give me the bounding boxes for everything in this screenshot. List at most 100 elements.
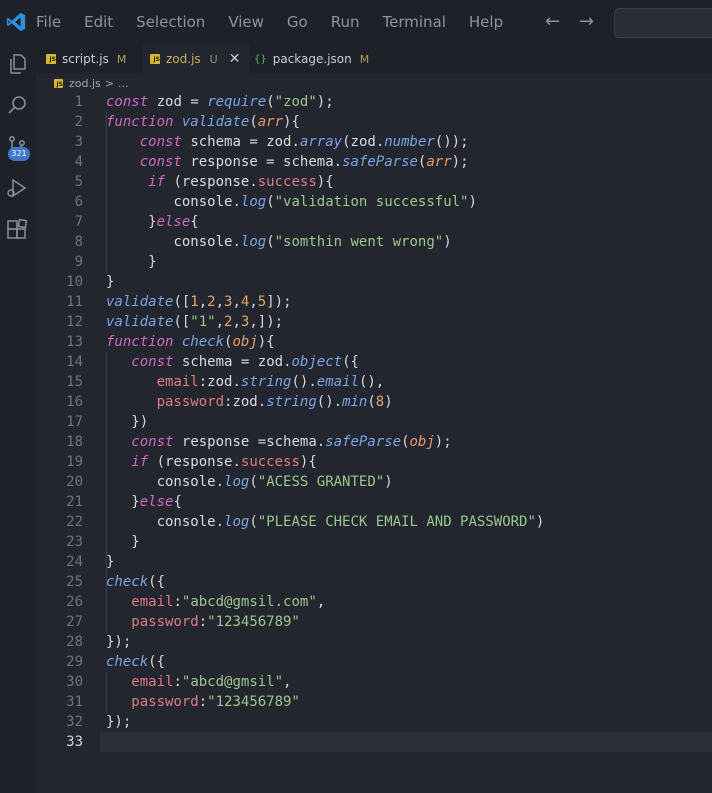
code-text[interactable]: const response = schema.safeParse(arr); [106, 152, 469, 172]
code-text[interactable]: password:zod.string().min(8) [106, 392, 393, 412]
command-center-search[interactable] [614, 8, 712, 38]
code-line[interactable]: 16 password:zod.string().min(8) [36, 392, 712, 412]
code-text[interactable]: function check(obj){ [106, 332, 275, 352]
code-text[interactable]: function validate(arr){ [106, 112, 300, 132]
menu-run[interactable]: Run [331, 13, 360, 31]
line-number: 8 [74, 234, 83, 250]
extensions-icon[interactable] [5, 218, 29, 242]
code-line[interactable]: 5 if (response.success){ [36, 172, 712, 192]
code-text[interactable]: email:"abcd@gmsil.com", [106, 592, 325, 612]
menu-file[interactable]: File [36, 13, 61, 31]
code-line[interactable]: 13 function check(obj){ [36, 332, 712, 352]
line-number: 30 [66, 674, 83, 690]
code-line[interactable]: 29 check({ [36, 652, 712, 672]
code-text[interactable]: const response =schema.safeParse(obj); [106, 432, 451, 452]
search-icon[interactable] [5, 93, 29, 117]
code-text[interactable]: }) [106, 412, 148, 432]
code-text[interactable]: if (response.success){ [106, 172, 333, 192]
menu-selection[interactable]: Selection [136, 13, 205, 31]
close-tab-icon[interactable]: ✕ [229, 51, 241, 67]
code-line[interactable]: 24} [36, 552, 712, 572]
explorer-icon[interactable] [5, 52, 29, 76]
code-text[interactable]: } [106, 552, 114, 572]
code-line[interactable]: 19 if (response.success){ [36, 452, 712, 472]
code-text[interactable]: password:"123456789" [106, 612, 300, 632]
code-line[interactable]: 2 function validate(arr){ [36, 112, 712, 132]
code-text[interactable]: email:zod.string().email(), [106, 372, 385, 392]
code-text[interactable]: const schema = zod.object({ [106, 352, 359, 372]
code-line[interactable]: 12 validate(["1",2,3,]); [36, 312, 712, 332]
back-arrow-icon[interactable]: ← [545, 11, 560, 32]
code-line[interactable]: 27 password:"123456789" [36, 612, 712, 632]
code-text[interactable]: const schema = zod.array(zod.number()); [106, 132, 469, 152]
code-text[interactable]: if (response.success){ [106, 452, 316, 472]
tab-package-json[interactable]: {} package.json M [250, 44, 374, 74]
code-text[interactable]: password:"123456789" [106, 692, 300, 712]
code-line[interactable]: 20 console.log("ACESS GRANTED") [36, 472, 712, 492]
tab-script-js[interactable]: JS script.js M [36, 44, 142, 74]
code-line[interactable]: 28}); [36, 632, 712, 652]
code-line[interactable]: 33 [36, 732, 712, 752]
code-line[interactable]: 22 console.log("PLEASE CHECK EMAIL AND P… [36, 512, 712, 532]
modified-badge: M [359, 52, 370, 66]
code-token: . [283, 354, 292, 370]
code-text[interactable]: }else{ [106, 492, 182, 512]
code-text[interactable]: console.log("ACESS GRANTED") [106, 472, 393, 492]
code-line[interactable]: 9 } [36, 252, 712, 272]
menu-go[interactable]: Go [287, 13, 308, 31]
code-token: function [106, 114, 174, 130]
code-text[interactable]: }); [106, 712, 131, 732]
code-line[interactable]: 10} [36, 272, 712, 292]
code-text[interactable]: check({ [106, 572, 165, 592]
code-token: ){ [257, 334, 275, 350]
code-text[interactable]: }); [106, 632, 131, 652]
line-number: 27 [66, 614, 83, 630]
code-text[interactable]: } [106, 272, 114, 292]
menu-help[interactable]: Help [469, 13, 503, 31]
code-token: (). [316, 394, 343, 410]
menu-terminal[interactable]: Terminal [383, 13, 446, 31]
code-editor[interactable]: 1 const zod = require("zod"); 2 function va… [36, 92, 712, 793]
breadcrumb-symbol[interactable]: ... [118, 77, 129, 90]
menu-edit[interactable]: Edit [84, 13, 113, 31]
line-number: 7 [74, 214, 83, 230]
code-text[interactable]: console.log("somthin went wrong") [106, 232, 451, 252]
code-text[interactable]: console.log("PLEASE CHECK EMAIL AND PASS… [106, 512, 545, 532]
code-line[interactable]: 23 } [36, 532, 712, 552]
menu-view[interactable]: View [228, 13, 264, 31]
code-line[interactable]: 26 email:"abcd@gmsil.com", [36, 592, 712, 612]
code-token: "123456789" [207, 614, 300, 630]
code-line[interactable]: 15 email:zod.string().email(), [36, 372, 712, 392]
code-text[interactable]: validate([1,2,3,4,5]); [106, 292, 292, 312]
code-text[interactable]: }else{ [106, 212, 199, 232]
code-line[interactable]: 30 email:"abcd@gmsil", [36, 672, 712, 692]
code-line[interactable]: 25 check({ [36, 572, 712, 592]
code-text[interactable]: validate(["1",2,3,]); [106, 312, 283, 332]
code-text[interactable]: email:"abcd@gmsil", [106, 672, 291, 692]
code-line[interactable]: 3 const schema = zod.array(zod.number())… [36, 132, 712, 152]
code-line[interactable]: 31 password:"123456789" [36, 692, 712, 712]
code-line[interactable]: 21 }else{ [36, 492, 712, 512]
code-line[interactable]: 17 }) [36, 412, 712, 432]
code-text[interactable]: console.log("validation successful") [106, 192, 477, 212]
code-line[interactable]: 1 const zod = require("zod"); [36, 92, 712, 112]
line-number: 26 [66, 594, 83, 610]
code-line[interactable]: 18 const response =schema.safeParse(obj)… [36, 432, 712, 452]
code-text[interactable]: } [106, 532, 139, 552]
code-line[interactable]: 32}); [36, 712, 712, 732]
code-line[interactable]: 11 validate([1,2,3,4,5]); [36, 292, 712, 312]
code-line[interactable]: 6 console.log("validation successful") [36, 192, 712, 212]
code-line[interactable]: 8 console.log("somthin went wrong") [36, 232, 712, 252]
code-line[interactable]: 4 const response = schema.safeParse(arr)… [36, 152, 712, 172]
breadcrumb-file[interactable]: zod.js [69, 77, 101, 90]
code-line[interactable]: 14 const schema = zod.object({ [36, 352, 712, 372]
code-token: obj [409, 434, 435, 450]
forward-arrow-icon[interactable]: → [579, 11, 594, 32]
code-text[interactable]: const zod = require("zod"); [106, 92, 334, 112]
code-line[interactable]: 7 }else{ [36, 212, 712, 232]
run-debug-icon[interactable] [5, 176, 29, 200]
code-text[interactable]: check({ [106, 652, 165, 672]
tab-zod-js[interactable]: JS zod.js U ✕ [142, 44, 250, 74]
code-text[interactable]: } [106, 252, 156, 272]
